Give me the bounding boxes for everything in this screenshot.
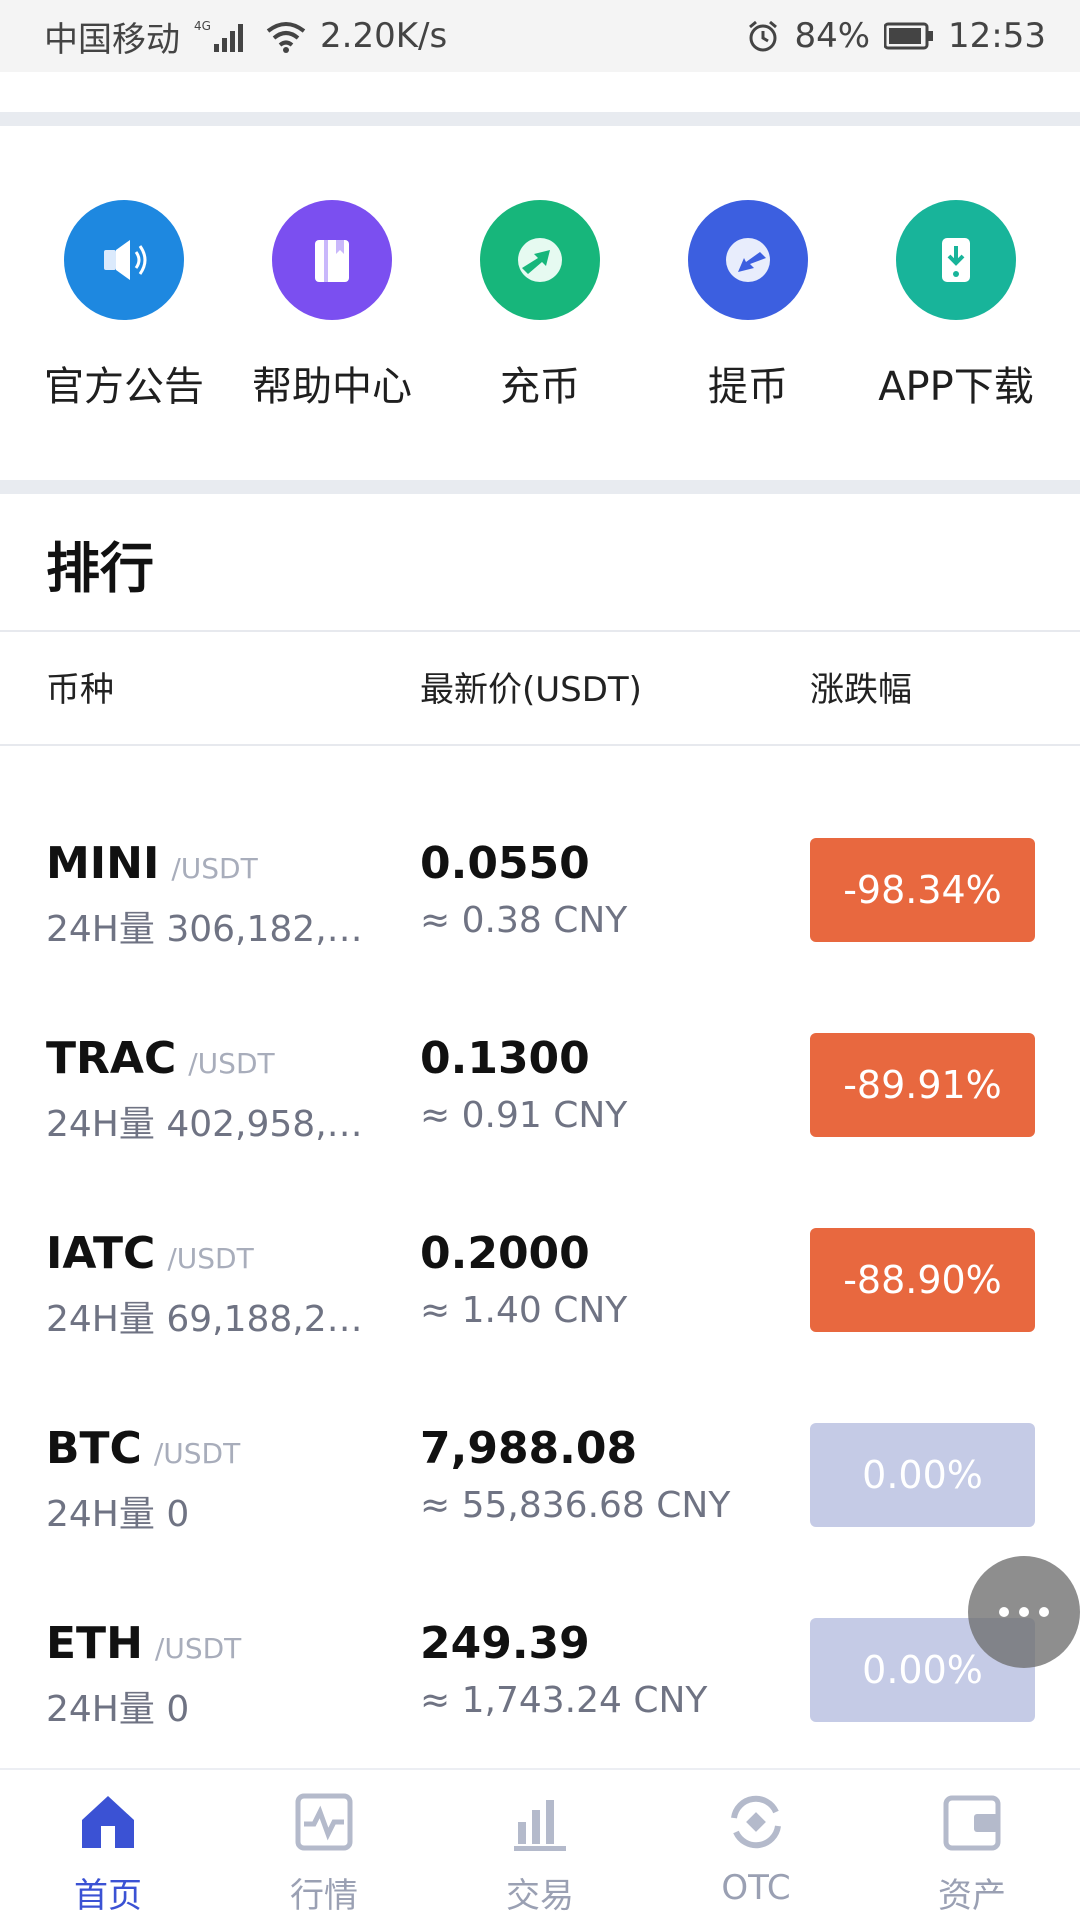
coin-volume: 24H量 69,188,296	[46, 1299, 366, 1340]
quick-item-help-center[interactable]: 帮助中心	[237, 200, 427, 412]
network-speed: 2.20K/s	[320, 16, 448, 56]
quick-item-withdraw[interactable]: 提币	[653, 200, 843, 412]
price-cny: ≈ 55,836.68 CNY	[420, 1485, 731, 1526]
tab-label-home: 首页	[74, 1876, 142, 1916]
battery-icon	[884, 22, 934, 50]
coin-pair: /USDT	[154, 1632, 242, 1665]
tab-label-market: 行情	[290, 1876, 358, 1916]
change-badge[interactable]: -88.90%	[810, 1228, 1035, 1332]
header-bottom-line	[0, 744, 1080, 746]
coin-name-wrap: IATC/USDT	[46, 1228, 254, 1279]
price-cny: ≈ 1,743.24 CNY	[420, 1680, 708, 1721]
change-badge[interactable]: -89.91%	[810, 1033, 1035, 1137]
ranking-row[interactable]: TRAC/USDT 24H量 402,958,7... 0.1300 ≈ 0.9…	[0, 1033, 1080, 1193]
column-header-coin: 币种	[46, 670, 114, 710]
deposit-icon	[480, 200, 600, 320]
quick-item-announcement[interactable]: 官方公告	[29, 200, 219, 412]
coin-symbol: MINI	[46, 838, 160, 889]
coin-symbol: TRAC	[46, 1033, 177, 1084]
carrier-name: 中国移动	[44, 19, 180, 60]
latest-price: 249.39	[420, 1618, 590, 1669]
coin-pair: /USDT	[171, 852, 258, 885]
coin-symbol: IATC	[46, 1228, 156, 1279]
price-cny: ≈ 0.91 CNY	[420, 1095, 628, 1136]
tab-label-trade: 交易	[506, 1876, 574, 1916]
change-badge[interactable]: -98.34%	[810, 838, 1035, 942]
price-cny: ≈ 0.38 CNY	[420, 900, 628, 941]
quick-label-deposit: 充币	[500, 364, 580, 410]
status-bar: 中国移动 4G 2.20K/s 84% 12:53	[0, 0, 1080, 72]
section-divider	[0, 480, 1080, 494]
withdraw-icon	[688, 200, 808, 320]
quick-label-announcement: 官方公告	[44, 364, 204, 410]
tab-otc[interactable]: OTC	[656, 1770, 856, 1908]
coin-volume: 24H量 0	[46, 1494, 190, 1535]
price-cny: ≈ 1.40 CNY	[420, 1290, 628, 1331]
coin-volume: 24H量 0	[46, 1689, 190, 1730]
wallet-icon	[938, 1788, 1006, 1860]
coin-name-wrap: ETH/USDT	[46, 1618, 241, 1669]
quick-label-help-center: 帮助中心	[252, 364, 412, 410]
tab-market[interactable]: 行情	[224, 1770, 424, 1917]
coin-name-wrap: BTC/USDT	[46, 1423, 240, 1474]
more-dots-icon	[1039, 1607, 1049, 1617]
status-left: 中国移动 4G 2.20K/s	[44, 12, 447, 61]
download-icon	[896, 200, 1016, 320]
tab-label-otc: OTC	[721, 1868, 791, 1908]
quick-item-deposit[interactable]: 充币	[445, 200, 635, 412]
quick-item-app-download[interactable]: APP下载	[861, 200, 1051, 412]
coin-name-wrap: MINI/USDT	[46, 838, 258, 889]
alarm-icon	[746, 19, 780, 53]
bar-chart-icon	[506, 1788, 574, 1860]
coin-symbol: BTC	[46, 1423, 142, 1474]
floating-more-button[interactable]	[968, 1556, 1080, 1668]
otc-icon	[722, 1788, 790, 1860]
latest-price: 0.2000	[420, 1228, 590, 1279]
tab-home[interactable]: 首页	[8, 1770, 208, 1917]
header-top-line	[0, 630, 1080, 632]
coin-pair: /USDT	[153, 1437, 241, 1470]
coin-pair: /USDT	[188, 1047, 275, 1080]
column-header-change: 涨跌幅	[810, 670, 912, 710]
ranking-row[interactable]: BTC/USDT 24H量 0 7,988.08 ≈ 55,836.68 CNY…	[0, 1423, 1080, 1583]
coin-symbol: ETH	[46, 1618, 143, 1669]
latest-price: 7,988.08	[420, 1423, 638, 1474]
latest-price: 0.0550	[420, 838, 590, 889]
home-icon	[74, 1788, 142, 1860]
more-dots-icon	[999, 1607, 1009, 1617]
column-header-price: 最新价(USDT)	[420, 670, 642, 710]
ranking-row[interactable]: IATC/USDT 24H量 69,188,296 0.2000 ≈ 1.40 …	[0, 1228, 1080, 1388]
section-divider	[0, 112, 1080, 126]
home-page: 中国移动 4G 2.20K/s 84% 12:53 官方公告 帮助中心 充币 提…	[0, 0, 1080, 1920]
ranking-row[interactable]: ETH/USDT 24H量 0 249.39 ≈ 1,743.24 CNY 0.…	[0, 1618, 1080, 1778]
quick-menu: 官方公告 帮助中心 充币 提币 APP下载	[0, 128, 1080, 478]
more-dots-icon	[1019, 1607, 1029, 1617]
quick-label-app-download: APP下载	[878, 364, 1034, 410]
ranking-row[interactable]: MINI/USDT 24H量 306,182,1... 0.0550 ≈ 0.3…	[0, 838, 1080, 998]
battery-percent: 84%	[794, 16, 871, 56]
bottom-tab-bar: 首页 行情 交易 OTC 资产	[0, 1768, 1080, 1920]
ranking-title: 排行	[46, 537, 154, 600]
network-type: 4G	[194, 19, 211, 33]
signal-icon: 4G	[194, 18, 252, 54]
market-chart-icon	[290, 1788, 358, 1860]
coin-volume: 24H量 306,182,1...	[46, 909, 366, 950]
coin-name-wrap: TRAC/USDT	[46, 1033, 275, 1084]
tab-label-assets: 资产	[938, 1876, 1006, 1916]
tab-trade[interactable]: 交易	[440, 1770, 640, 1917]
change-badge[interactable]: 0.00%	[810, 1423, 1035, 1527]
status-right: 84% 12:53	[746, 16, 1046, 56]
tab-assets[interactable]: 资产	[872, 1770, 1072, 1917]
wifi-icon	[266, 19, 306, 53]
quick-label-withdraw: 提币	[708, 364, 788, 410]
coin-pair: /USDT	[167, 1242, 254, 1275]
coin-volume: 24H量 402,958,7...	[46, 1104, 366, 1145]
book-icon	[272, 200, 392, 320]
megaphone-icon	[64, 200, 184, 320]
latest-price: 0.1300	[420, 1033, 590, 1084]
clock-time: 12:53	[948, 16, 1046, 56]
